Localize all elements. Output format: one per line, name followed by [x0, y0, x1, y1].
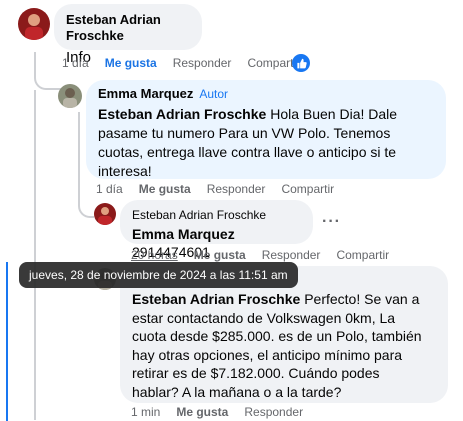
mention-tag[interactable]: Esteban Adrian Froschke [132, 291, 300, 307]
comment-time[interactable]: 1 min [131, 405, 160, 419]
comment-bubble: Esteban Adrian Froschke Info [54, 4, 202, 66]
reply-button[interactable]: Responder [244, 405, 303, 419]
comment-bubble: Emma Marquez Autor Esteban Adrian Froschk… [86, 80, 446, 179]
thread-line [34, 90, 36, 420]
comment-author[interactable]: Esteban Adrian Froschke [66, 12, 190, 44]
avatar[interactable] [18, 8, 50, 40]
comment-bubble: Esteban Adrian Froschke Emma Marquez 291… [120, 200, 313, 260]
thread-line [34, 52, 64, 90]
avatar[interactable] [58, 84, 82, 108]
comment-time[interactable]: 1 día [62, 56, 89, 70]
comment-actions: 1 min Me gusta Responder [131, 404, 319, 420]
like-button[interactable]: Me gusta [105, 56, 157, 70]
share-button[interactable]: Compartir [281, 182, 334, 196]
mention-tag[interactable]: Esteban Adrian Froschke [98, 106, 266, 122]
share-button[interactable]: Compartir [336, 248, 389, 262]
comment-author-line: Emma Marquez Autor [98, 86, 434, 102]
comment-actions: 1 día Me gusta Responder Compartir [62, 55, 316, 71]
mention-tag[interactable]: Emma Marquez [132, 226, 235, 242]
like-button[interactable]: Me gusta [139, 182, 191, 196]
comment-time[interactable]: 20 horas [131, 248, 178, 262]
reply-button[interactable]: Responder [207, 182, 266, 196]
focus-indicator [6, 262, 8, 421]
reply-button[interactable]: Responder [173, 56, 232, 70]
like-button[interactable]: Me gusta [176, 405, 228, 419]
more-options-icon[interactable]: ··· [322, 213, 341, 231]
comment-text: Esteban Adrian Froschke Hola Buen Dia! D… [98, 106, 398, 179]
comment-actions: 20 horas Me gusta Responder Compartir [131, 247, 405, 263]
like-button[interactable]: Me gusta [194, 248, 246, 262]
comment-time[interactable]: 1 día [96, 182, 123, 196]
comment-author[interactable]: Emma Marquez [98, 86, 193, 101]
comment-text: Esteban Adrian Froschke Perfecto! Se van… [132, 291, 422, 400]
timestamp-tooltip: jueves, 28 de noviembre de 2024 a las 11… [19, 262, 298, 288]
thumbs-up-icon[interactable] [292, 54, 310, 72]
author-badge: Autor [199, 87, 229, 101]
comment-author[interactable]: Esteban Adrian Froschke [132, 207, 301, 223]
avatar[interactable] [94, 203, 116, 225]
comment-actions: 1 día Me gusta Responder Compartir [96, 181, 350, 197]
reply-button[interactable]: Responder [262, 248, 321, 262]
